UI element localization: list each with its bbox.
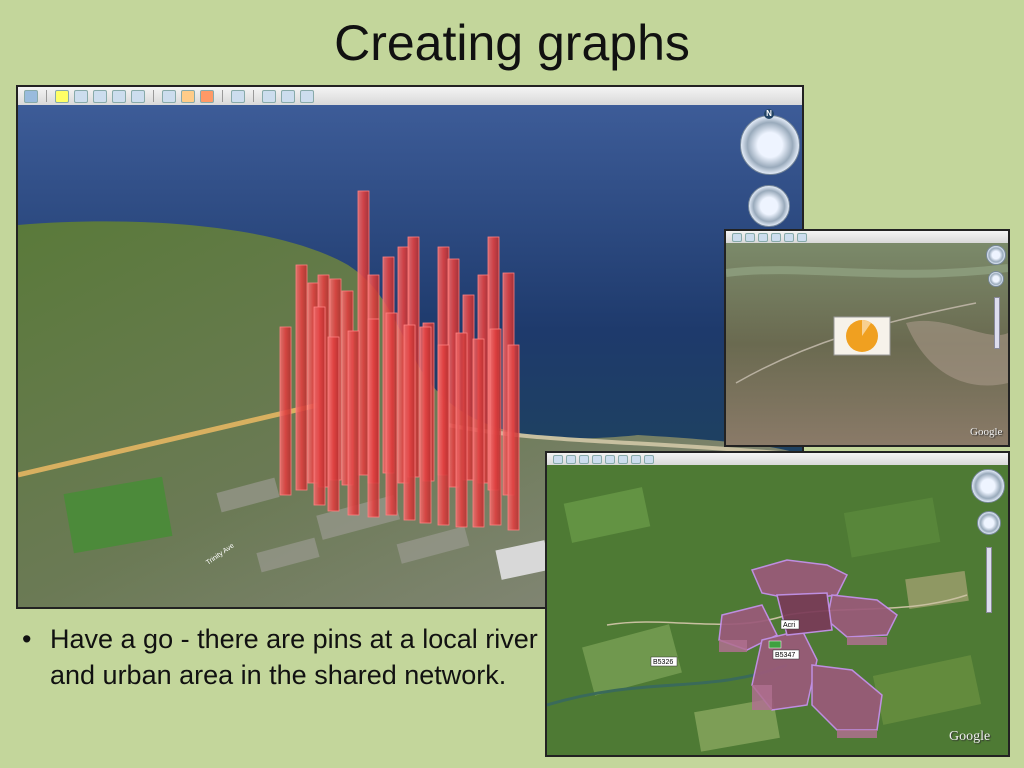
bullet-dot: •	[22, 624, 32, 654]
planet-icon[interactable]	[200, 89, 214, 103]
tour-icon[interactable]	[131, 89, 145, 103]
overlay-icon[interactable]	[112, 89, 126, 103]
pin-label-3[interactable]: B5347	[772, 649, 800, 660]
main-compass-north: N	[764, 109, 774, 119]
pie-chart-screenshot: Google	[724, 229, 1010, 447]
sidebar-toggle-icon[interactable]	[24, 89, 38, 103]
inset2-google-logo: Google	[949, 729, 991, 744]
inset1-compass[interactable]	[986, 245, 1006, 265]
ruler-icon[interactable]	[231, 89, 245, 103]
inset2-tool-5-icon[interactable]	[605, 454, 615, 464]
graph-bar-26	[437, 344, 450, 526]
graph-bar-28	[472, 338, 485, 528]
graph-bar-20	[327, 336, 340, 512]
village-3d-view[interactable]: B5326 Acri B5347	[547, 465, 1008, 755]
pin-label-2[interactable]: Acri	[780, 619, 800, 630]
inset2-tool-7-icon[interactable]	[631, 454, 641, 464]
graph-bar-30	[507, 344, 520, 531]
graph-bar-23	[385, 312, 398, 516]
graph-bar-7	[357, 190, 370, 476]
hillside-3d-view[interactable]	[726, 243, 1008, 445]
svg-text:B5326: B5326	[653, 659, 673, 666]
graph-bar-21	[347, 330, 360, 516]
placemark-icon[interactable]	[55, 89, 69, 103]
inset1-zoom-slider[interactable]	[994, 297, 1000, 349]
inset2-tool-4-icon[interactable]	[592, 454, 602, 464]
graph-bar-27	[455, 332, 468, 528]
inset1-tool-4-icon[interactable]	[771, 232, 781, 242]
pin-marker-green	[768, 640, 782, 649]
inset2-look[interactable]	[977, 511, 1001, 535]
graph-bar-1	[279, 326, 292, 496]
inset1-tool-2-icon[interactable]	[745, 232, 755, 242]
main-look-control[interactable]	[748, 185, 790, 227]
bullet-text: Have a go - there are pins at a local ri…	[50, 624, 538, 690]
inset2-compass[interactable]	[971, 469, 1005, 503]
inset2-zoom-slider[interactable]	[986, 547, 992, 613]
save-image-icon[interactable]	[300, 89, 314, 103]
inset2-tool-2-icon[interactable]	[566, 454, 576, 464]
inset2-tool-6-icon[interactable]	[618, 454, 628, 464]
slide-title: Creating graphs	[334, 15, 690, 71]
sunlight-icon[interactable]	[181, 89, 195, 103]
inset1-tool-5-icon[interactable]	[784, 232, 794, 242]
inset1-look[interactable]	[988, 271, 1004, 287]
graph-bar-25	[419, 326, 432, 524]
history-icon[interactable]	[162, 89, 176, 103]
inset2-tool-3-icon[interactable]	[579, 454, 589, 464]
polygons-screenshot: B5326 Acri B5347 Google	[545, 451, 1010, 757]
main-compass[interactable]	[740, 115, 800, 175]
graph-bar-19	[313, 306, 326, 506]
inset2-tool-1-icon[interactable]	[553, 454, 563, 464]
inset1-tool-3-icon[interactable]	[758, 232, 768, 242]
graph-bar-2	[295, 264, 308, 491]
inset1-tool-6-icon[interactable]	[797, 232, 807, 242]
path-icon[interactable]	[93, 89, 107, 103]
graph-bar-24	[403, 324, 416, 521]
graph-bar-29	[489, 328, 502, 526]
email-icon[interactable]	[262, 89, 276, 103]
inset2-tool-8-icon[interactable]	[644, 454, 654, 464]
inset1-google-logo: Google	[970, 426, 1003, 438]
svg-text:B5347: B5347	[775, 652, 795, 659]
graph-bar-22	[367, 318, 380, 518]
main-toolbar	[18, 87, 802, 106]
svg-text:Acri: Acri	[783, 622, 796, 629]
print-icon[interactable]	[281, 89, 295, 103]
pin-label-1[interactable]: B5326	[650, 656, 678, 667]
pie-chart	[846, 320, 878, 352]
polygon-icon[interactable]	[74, 89, 88, 103]
inset1-tool-1-icon[interactable]	[732, 232, 742, 242]
